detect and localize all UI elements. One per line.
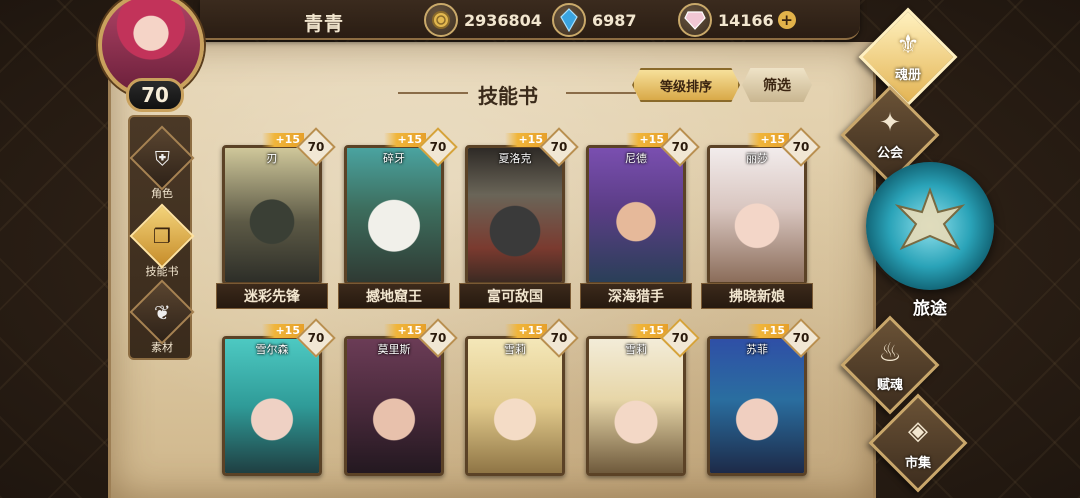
hero-card[interactable]: 尼德 +15 70 深海猎手 xyxy=(580,127,700,315)
card-frame: 雪莉 xyxy=(465,336,565,476)
guild-label: 公会 xyxy=(876,146,903,161)
hero-title: 富可敌国 xyxy=(459,283,571,309)
hero-portrait xyxy=(225,148,319,282)
card-frame: 碎牙 xyxy=(344,145,444,285)
hero-portrait xyxy=(347,339,441,473)
flame-swirl-icon: ♨ xyxy=(878,338,902,368)
hero-level: 70 xyxy=(429,331,447,345)
gem-value: 14166 xyxy=(718,10,774,30)
guild-icon: ✦ xyxy=(879,108,901,138)
hero-portrait xyxy=(589,339,683,473)
hero-portrait xyxy=(468,148,562,282)
hero-title: 深海猎手 xyxy=(580,283,692,309)
hero-card[interactable]: 雪尔森 +15 70 xyxy=(222,318,336,498)
nav-item-character[interactable]: ⛨ 角色 xyxy=(129,125,195,201)
hero-portrait xyxy=(710,148,804,282)
card-frame: 尼德 xyxy=(586,145,686,285)
hero-card[interactable]: 丽莎 +15 70 拂晓新娘 xyxy=(701,127,821,315)
hero-level: 70 xyxy=(671,140,689,154)
nav-item-material[interactable]: ❦ 素材 xyxy=(129,279,195,355)
hero-card[interactable]: 苏菲 +15 70 xyxy=(707,318,821,498)
hero-card[interactable]: 雪莉 +15 70 xyxy=(465,318,579,498)
card-frame: 雪莉 xyxy=(586,336,686,476)
card-frame: 苏菲 xyxy=(707,336,807,476)
soul-book-label: 魂册 xyxy=(894,68,921,83)
wing-icon: ❦ xyxy=(129,279,195,345)
card-frame: 夏洛克 xyxy=(465,145,565,285)
card-frame: 雪尔森 xyxy=(222,336,322,476)
card-frame: 莫里斯 xyxy=(344,336,444,476)
page-title: 技能书 xyxy=(478,84,538,108)
hero-portrait xyxy=(710,339,804,473)
gem-resource: 14166 + xyxy=(678,3,796,37)
hero-title: 撼地窟王 xyxy=(338,283,450,309)
hero-level: 70 xyxy=(550,140,568,154)
journey-label: 旅途 xyxy=(913,299,947,319)
player-name: 青青 xyxy=(304,13,345,35)
gold-resource: 2936804 xyxy=(424,3,542,37)
player-avatar-area[interactable]: 70 xyxy=(96,0,226,112)
hero-portrait xyxy=(347,148,441,282)
gold-value: 2936804 xyxy=(464,10,542,30)
book-icon: ❐ xyxy=(129,203,195,269)
market-label: 市集 xyxy=(904,456,931,471)
hero-level: 70 xyxy=(429,140,447,154)
hero-level: 70 xyxy=(792,140,810,154)
hero-level: 70 xyxy=(792,331,810,345)
card-frame: 丽莎 xyxy=(707,145,807,285)
talent-soul-label: 赋魂 xyxy=(876,378,903,393)
journey-emblem-icon xyxy=(894,187,966,251)
add-gem-button[interactable]: + xyxy=(777,11,796,29)
hero-portrait xyxy=(589,148,683,282)
hero-level: 70 xyxy=(307,331,325,345)
hero-portrait xyxy=(468,339,562,473)
player-level-badge: 70 xyxy=(126,78,184,112)
card-frame: 刃 xyxy=(222,145,322,285)
hero-level: 70 xyxy=(307,140,325,154)
soul-book-icon: ⚜ xyxy=(896,30,920,60)
hero-card[interactable]: 碎牙 +15 70 撼地窟王 xyxy=(338,127,458,315)
helmet-icon: ⛨ xyxy=(129,125,195,191)
title-ornament-left xyxy=(398,92,468,94)
crystal-value: 6987 xyxy=(592,10,637,30)
hero-portrait xyxy=(225,339,319,473)
nav-item-skillbook[interactable]: ❐ 技能书 xyxy=(129,203,195,279)
filter-button[interactable]: 筛选 xyxy=(742,68,812,102)
pink-gem-icon xyxy=(678,3,712,37)
hero-card[interactable]: 刃 +15 70 迷彩先锋 xyxy=(216,127,336,315)
hero-title: 迷彩先锋 xyxy=(216,283,328,309)
left-nav: ⛨ 角色 ❐ 技能书 ❦ 素材 xyxy=(128,115,195,360)
hero-level: 70 xyxy=(550,331,568,345)
journey-button[interactable] xyxy=(866,162,994,290)
hero-card[interactable]: 雪莉 +15 70 xyxy=(586,318,700,498)
blue-crystal-icon xyxy=(552,3,586,37)
sort-by-level-button[interactable]: 等级排序 xyxy=(632,68,740,102)
crystal-market-icon: ◈ xyxy=(908,416,928,446)
hero-card[interactable]: 夏洛克 +15 70 富可敌国 xyxy=(459,127,579,315)
hero-title: 拂晓新娘 xyxy=(701,283,813,309)
gold-coin-icon xyxy=(424,3,458,37)
title-ornament-right xyxy=(566,92,636,94)
crystal-resource: 6987 xyxy=(552,3,637,37)
hero-card[interactable]: 莫里斯 +15 70 xyxy=(344,318,458,498)
hero-level: 70 xyxy=(671,331,689,345)
